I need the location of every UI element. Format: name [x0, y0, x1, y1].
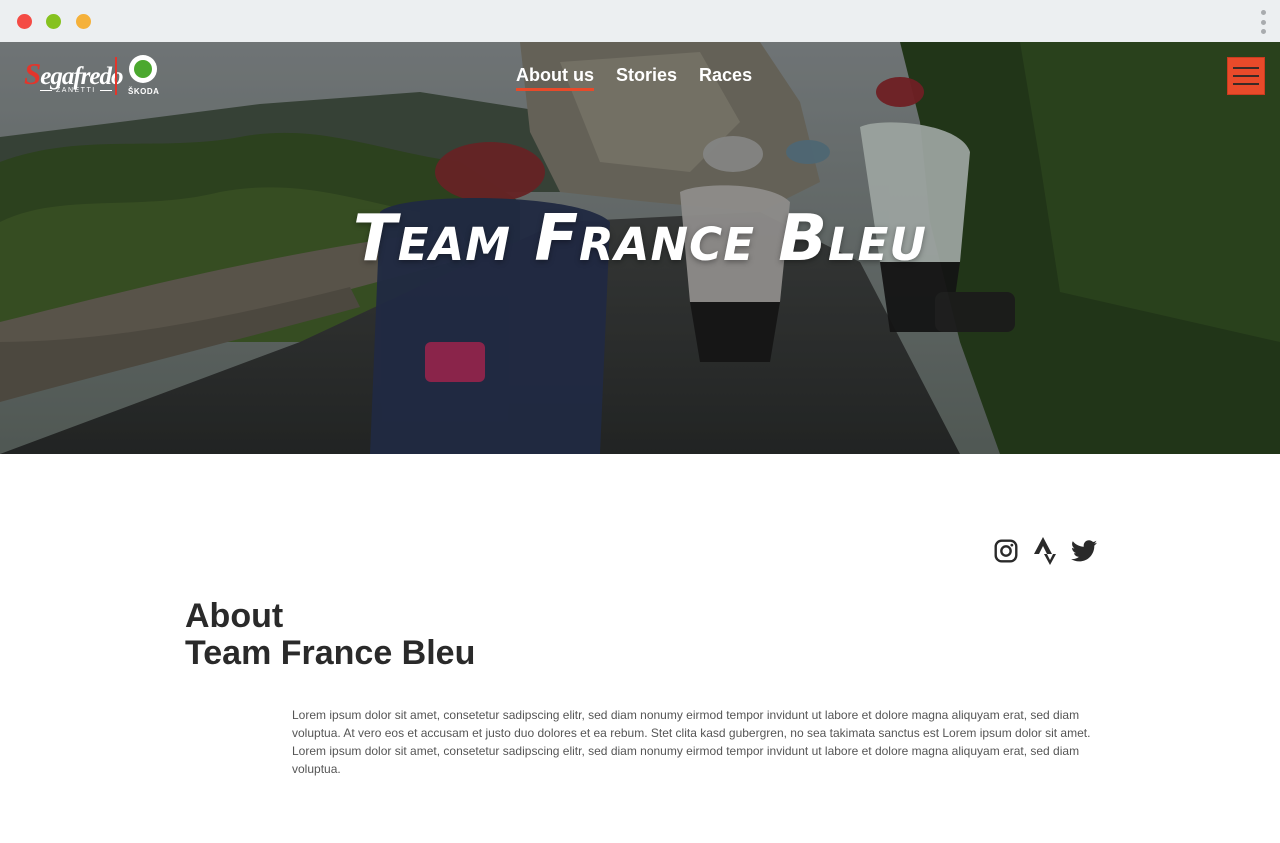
- hero-banner: Segafredo ZANETTI ŠKODA About us Stories…: [0, 42, 1280, 454]
- kebab-menu-icon[interactable]: [1260, 10, 1266, 34]
- strava-icon[interactable]: [1032, 537, 1058, 565]
- nav-about-us[interactable]: About us: [516, 65, 594, 91]
- minimize-window-button[interactable]: [46, 14, 61, 29]
- about-heading: About Team France Bleu: [185, 597, 476, 672]
- twitter-icon[interactable]: [1071, 537, 1097, 565]
- maximize-window-button[interactable]: [76, 14, 91, 29]
- logo-divider: [115, 57, 117, 95]
- skoda-emblem-icon: [129, 55, 157, 83]
- social-links: [993, 537, 1097, 565]
- nav-races[interactable]: Races: [699, 65, 752, 90]
- hamburger-icon[interactable]: [1227, 57, 1265, 95]
- close-window-button[interactable]: [17, 14, 32, 29]
- main-nav: About us Stories Races: [516, 65, 752, 91]
- nav-stories[interactable]: Stories: [616, 65, 677, 90]
- hero-title: Team France Bleu: [353, 202, 927, 276]
- instagram-icon[interactable]: [993, 537, 1019, 565]
- about-body-text: Lorem ipsum dolor sit amet, consetetur s…: [292, 708, 1091, 776]
- browser-toolbar: [0, 0, 1280, 42]
- brand-logo[interactable]: Segafredo ZANETTI ŠKODA: [22, 54, 162, 98]
